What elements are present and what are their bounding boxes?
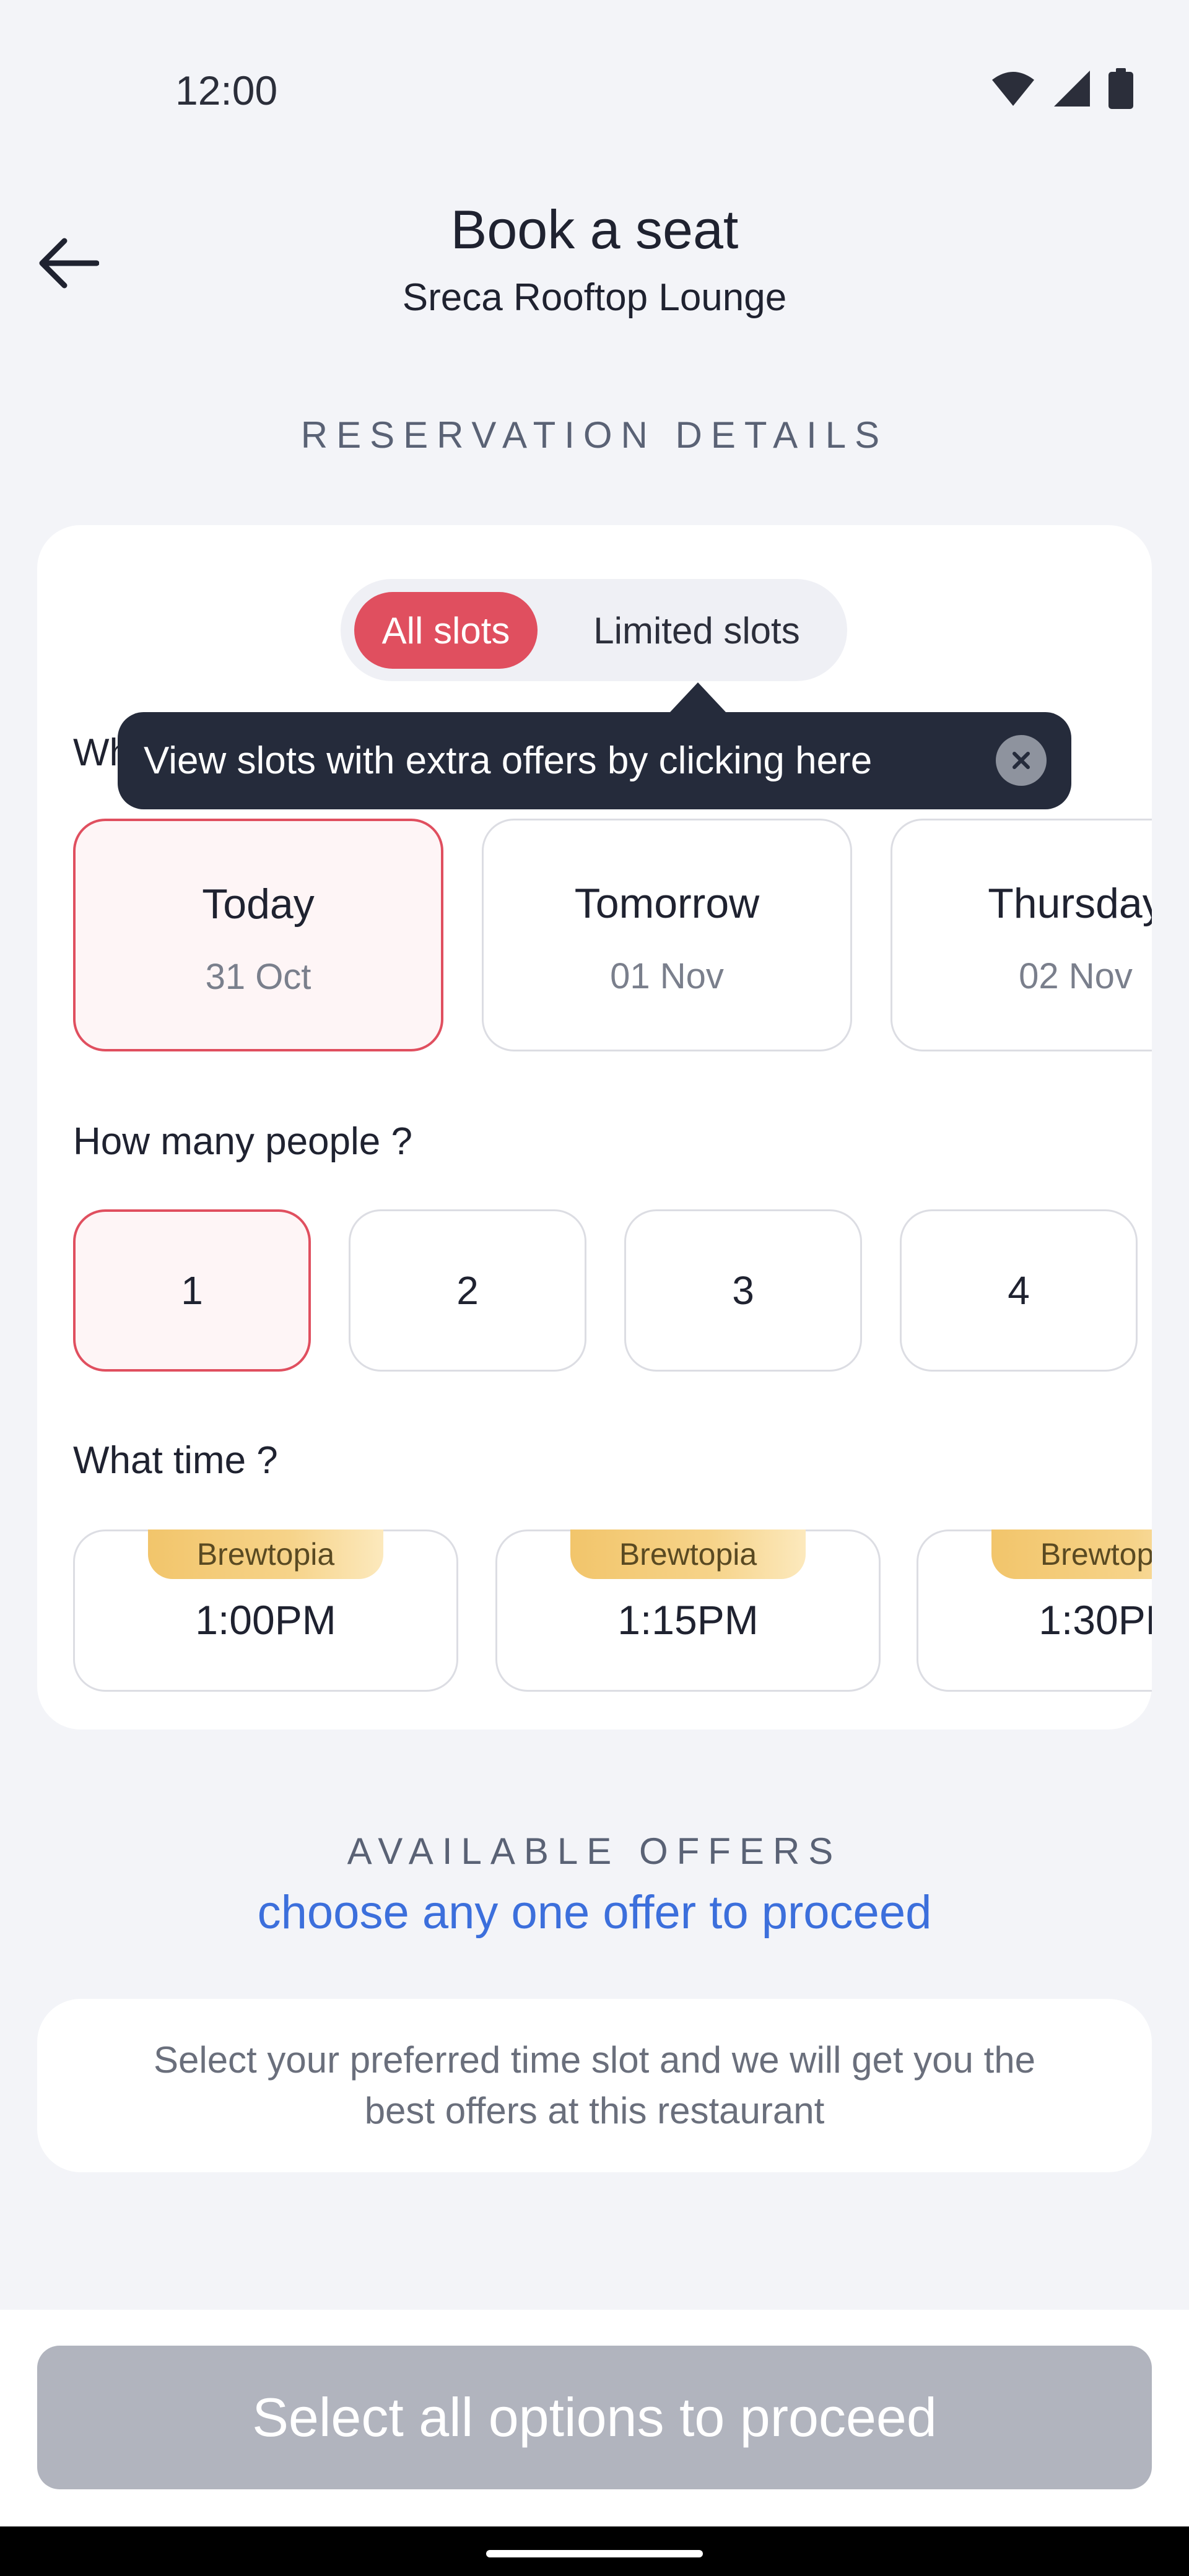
date-date-label: 01 Nov [610, 956, 724, 996]
status-icons [991, 68, 1133, 109]
offer-badge: Brewtopia [991, 1530, 1152, 1579]
time-slot-option[interactable]: Brewtopia 1:00PM [73, 1530, 458, 1692]
status-time: 12:00 [175, 67, 278, 113]
all-slots-tab[interactable]: All slots [354, 592, 538, 669]
date-option-tomorrow[interactable]: Tomorrow 01 Nov [482, 819, 852, 1051]
restaurant-name: Sreca Rooftop Lounge [402, 276, 787, 319]
reservation-details-heading: RESERVATION DETAILS [300, 414, 889, 456]
date-option-thursday[interactable]: Thursday 02 Nov [891, 819, 1152, 1051]
available-offers-heading: AVAILABLE OFFERS [347, 1830, 842, 1872]
date-day-label: Tomorrow [574, 880, 760, 927]
battery-icon [1108, 68, 1133, 109]
time-slot-label: 1:00PM [195, 1597, 336, 1643]
people-option-4[interactable]: 4 [900, 1209, 1138, 1372]
time-slot-label: 1:30PM [1039, 1597, 1152, 1643]
people-option-3[interactable]: 3 [624, 1209, 862, 1372]
time-question: What time ? [73, 1439, 278, 1482]
page-title: Book a seat [450, 199, 739, 260]
tooltip-close-button[interactable] [996, 735, 1047, 786]
close-icon [1013, 752, 1030, 769]
offer-badge: Brewtopia [148, 1530, 383, 1579]
date-date-label: 02 Nov [1019, 956, 1133, 996]
date-date-label: 31 Oct [205, 957, 311, 997]
people-option-2[interactable]: 2 [349, 1209, 586, 1372]
date-day-label: Thursday [988, 880, 1152, 927]
time-slot-option[interactable]: Brewtopia 1:30PM [917, 1530, 1152, 1692]
people-question: How many people ? [73, 1120, 412, 1163]
limited-slots-tab[interactable]: Limited slots [557, 592, 836, 669]
time-slot-option[interactable]: Brewtopia 1:15PM [495, 1530, 881, 1692]
date-option-today[interactable]: Today 31 Oct [73, 819, 443, 1051]
wifi-icon [992, 72, 1034, 106]
tooltip-arrow [670, 682, 726, 712]
time-slot-label: 1:15PM [617, 1597, 759, 1643]
people-option-1[interactable]: 1 [73, 1209, 311, 1372]
people-options: 1 2 3 4 [37, 1209, 1152, 1374]
date-day-label: Today [202, 881, 315, 928]
offer-badge: Brewtopia [570, 1530, 806, 1579]
offers-placeholder-card: Select your preferred time slot and we w… [37, 1999, 1152, 2172]
time-options: Brewtopia 1:00PM Brewtopia 1:15PM Brewto… [37, 1530, 1152, 1694]
date-options: Today 31 Oct Tomorrow 01 Nov Thursday 02… [37, 819, 1152, 1054]
signal-icon [1054, 71, 1090, 107]
choose-offer-link[interactable]: choose any one offer to proceed [0, 1886, 1189, 1939]
tooltip-text: View slots with extra offers by clicking… [144, 739, 873, 782]
offers-placeholder-text: Select your preferred time slot and we w… [153, 2039, 1036, 2131]
offers-tooltip: View slots with extra offers by clicking… [118, 712, 1071, 809]
home-gesture-handle[interactable] [486, 2550, 703, 2557]
proceed-button[interactable]: Select all options to proceed [37, 2346, 1152, 2489]
